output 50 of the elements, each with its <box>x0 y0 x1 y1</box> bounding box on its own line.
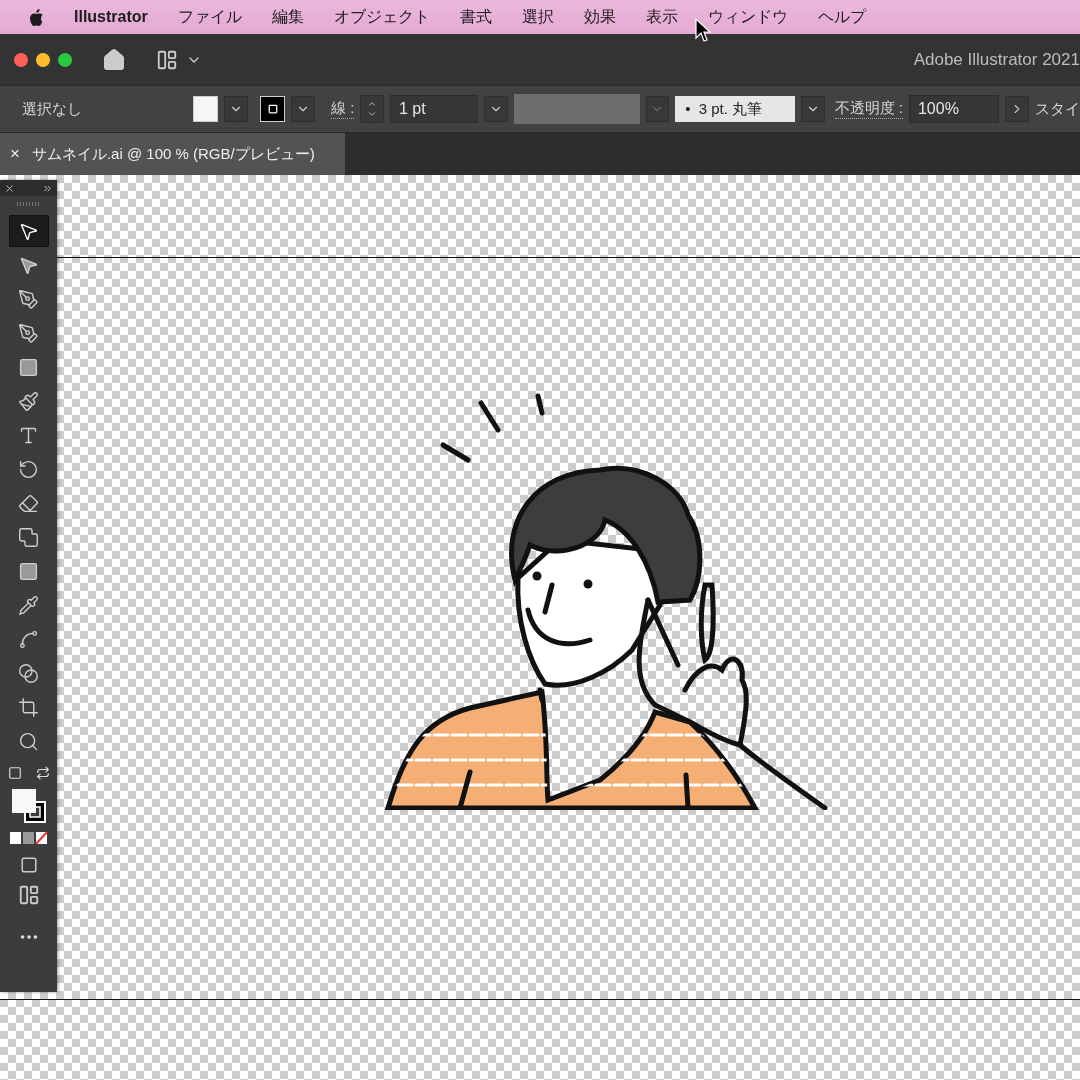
shape-builder-icon <box>18 526 39 548</box>
stroke-swatch[interactable] <box>259 96 286 122</box>
panel-grip[interactable] <box>16 202 41 206</box>
rotate-icon <box>18 458 39 480</box>
menu-item[interactable]: ファイル <box>177 6 242 28</box>
menu-item[interactable]: 表示 <box>645 6 678 28</box>
brush-definition-field[interactable]: • 3 pt. 丸筆 <box>675 96 796 122</box>
paintbrush-icon <box>18 390 39 412</box>
close-window-button[interactable] <box>14 52 28 67</box>
color-mode-icon[interactable] <box>9 832 48 844</box>
fill-dropdown[interactable] <box>224 96 248 122</box>
menu-item[interactable]: オブジェクト <box>333 6 430 28</box>
mouse-cursor-icon <box>695 18 711 44</box>
tool-button[interactable] <box>8 215 49 247</box>
opacity-label[interactable]: 不透明度 : <box>834 99 903 119</box>
close-tab-button[interactable]: × <box>10 144 20 164</box>
chevron-up-icon <box>367 99 378 109</box>
brush-dropdown[interactable] <box>801 96 825 122</box>
rectangle-icon <box>18 356 39 378</box>
zoom-icon <box>18 730 39 752</box>
close-panel-icon[interactable] <box>4 182 15 194</box>
menu-item[interactable]: 選択 <box>521 6 554 28</box>
window-title: Adobe Illustrator 2021 <box>913 49 1080 70</box>
swap-colors-icon[interactable] <box>35 766 50 780</box>
zoom-window-button[interactable] <box>58 52 72 67</box>
eraser-icon <box>18 492 39 514</box>
stroke-weight-dropdown[interactable] <box>484 96 509 122</box>
workspace-layout-icon[interactable] <box>156 48 178 71</box>
menu-item[interactable]: 編集 <box>271 6 304 28</box>
fill-swatch[interactable] <box>192 96 219 122</box>
menu-item[interactable]: ヘルプ <box>817 6 866 28</box>
style-label[interactable]: スタイ <box>1035 99 1080 119</box>
home-icon[interactable] <box>102 47 126 72</box>
chevron-down-icon <box>367 109 378 119</box>
stroke-label[interactable]: 線 : <box>331 99 355 119</box>
eyedropper-icon <box>18 594 39 616</box>
app-menu[interactable]: Illustrator <box>74 8 148 26</box>
stroke-dropdown[interactable] <box>291 96 316 122</box>
opacity-expand-button[interactable] <box>1005 96 1029 122</box>
stroke-weight-field[interactable]: 1 pt <box>389 95 479 123</box>
opacity-field[interactable]: 100% <box>908 95 1000 123</box>
selection-status: 選択なし <box>22 99 83 119</box>
menu-item[interactable]: 効果 <box>583 6 616 28</box>
minimize-window-button[interactable] <box>36 52 50 67</box>
blend-icon <box>18 662 39 684</box>
document-tab[interactable]: サムネイル.ai @ 100 % (RGB/プレビュー) <box>31 144 315 164</box>
pen-icon <box>18 288 39 310</box>
menu-item[interactable]: ウィンドウ <box>707 6 788 28</box>
menu-item[interactable]: 書式 <box>459 6 492 28</box>
apple-logo-icon[interactable] <box>28 7 44 27</box>
